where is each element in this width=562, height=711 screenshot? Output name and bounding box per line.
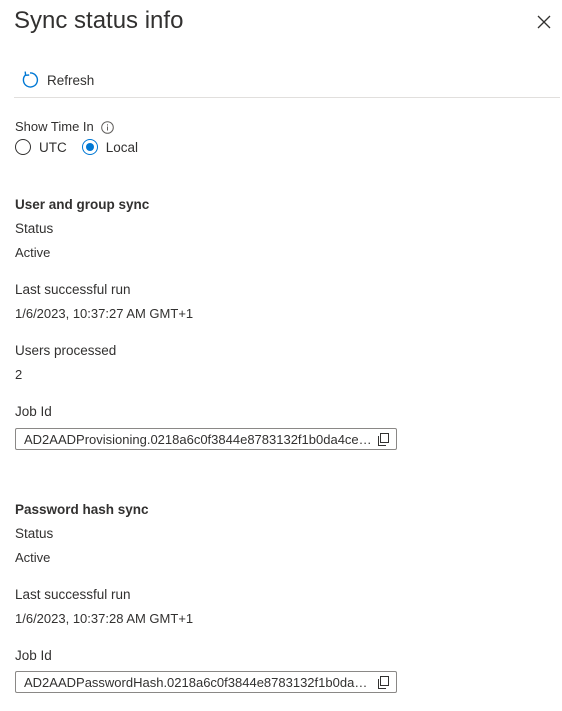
radio-label-utc: UTC [39, 139, 67, 155]
show-time-in-text: Show Time In [15, 119, 94, 134]
panel-title: Sync status info [14, 7, 184, 34]
radio-utc[interactable]: UTC [15, 139, 67, 155]
phs-last-run-value: 1/6/2023, 10:37:28 AM GMT+1 [15, 611, 194, 626]
phs-job-id-field[interactable]: AD2AADPasswordHash.0218a6c0f3844e8783132… [15, 671, 397, 693]
refresh-button[interactable]: Refresh [21, 67, 94, 93]
phs-job-id-label: Job Id [15, 648, 52, 663]
ugs-last-run-value: 1/6/2023, 10:37:27 AM GMT+1 [15, 306, 194, 321]
radio-circle-utc[interactable] [15, 139, 31, 155]
ugs-job-id-label: Job Id [15, 404, 52, 419]
phs-last-run-label: Last successful run [15, 587, 131, 602]
ugs-job-id-field[interactable]: AD2AADProvisioning.0218a6c0f3844e8783132… [15, 428, 397, 450]
refresh-label: Refresh [47, 72, 95, 88]
ugs-status-label: Status [15, 221, 54, 236]
password-hash-sync-heading: Password hash sync [15, 502, 149, 517]
ugs-status-value: Active [15, 245, 51, 260]
close-button[interactable] [531, 9, 557, 35]
user-group-sync-heading: User and group sync [15, 197, 150, 212]
show-time-in-label: Show Time In [15, 119, 114, 135]
phs-job-id-value[interactable]: AD2AADPasswordHash.0218a6c0f3844e8783132… [24, 675, 372, 690]
ugs-last-run-label: Last successful run [15, 282, 131, 297]
refresh-icon [22, 71, 39, 88]
ugs-job-id-value[interactable]: AD2AADProvisioning.0218a6c0f3844e8783132… [24, 432, 372, 447]
copy-icon[interactable] [377, 676, 390, 689]
phs-status-value: Active [15, 550, 51, 565]
phs-status-label: Status [15, 526, 54, 541]
info-icon[interactable] [100, 120, 114, 134]
command-bar: Refresh [14, 63, 560, 98]
radio-label-local: Local [105, 139, 139, 155]
ugs-users-processed-label: Users processed [15, 343, 117, 358]
time-radio-group: UTC Local [15, 139, 153, 155]
radio-circle-local[interactable] [81, 139, 98, 155]
radio-local[interactable]: Local [81, 139, 139, 155]
copy-icon[interactable] [377, 433, 390, 446]
close-icon [537, 15, 551, 29]
ugs-users-processed-value: 2 [15, 367, 23, 382]
